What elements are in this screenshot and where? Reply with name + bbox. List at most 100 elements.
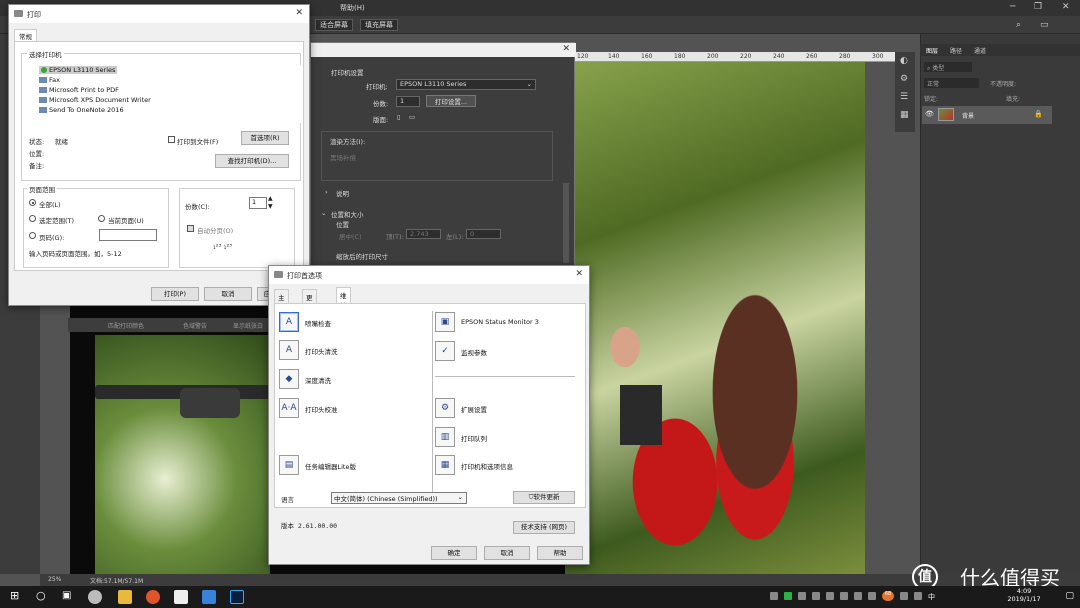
landscape-icon[interactable]: ▭ [409,113,415,121]
find-printer-button[interactable]: 查找打印机(D)... [215,154,289,168]
minimize-icon[interactable]: ─ [1010,2,1015,12]
fit-screen-button[interactable]: 适合屏幕 [315,19,353,31]
app-icon[interactable] [88,590,102,604]
photoshop-icon[interactable] [230,590,244,604]
tech-support-button[interactable]: 技术支持 (网页) [513,521,575,534]
wechat-icon[interactable] [784,592,792,600]
tray-icon[interactable] [826,592,834,600]
search-icon[interactable]: ⌕ [1016,20,1021,30]
notification-badge[interactable]: 68 [882,591,894,601]
head-alignment-tool[interactable]: A·A 打印头校准 [279,398,449,420]
properties-icon[interactable]: ☰ [900,92,908,102]
scrollbar[interactable] [563,183,569,263]
tab-channels[interactable]: 通道 [974,46,986,55]
position-size-label[interactable]: 位置和大小 [331,209,364,219]
gamut-warning-checkbox[interactable]: 色域警告 [183,321,207,330]
spin-down-icon[interactable]: ▼ [268,203,273,210]
tab-main[interactable]: 主窗口 [274,289,289,322]
portrait-icon[interactable]: ▯ [397,113,401,121]
left-input[interactable]: 0 [466,229,501,239]
software-update-button[interactable]: ⛉软件更新 [513,491,575,504]
printer-item[interactable]: Microsoft XPS Document Writer [39,96,151,104]
description-label[interactable]: 说明 [336,188,349,198]
browser-icon[interactable] [146,590,160,604]
layer-kind-filter[interactable]: ⌕ 类型 [924,62,972,72]
close-icon[interactable]: ✕ [295,8,303,18]
monitoring-prefs-tool[interactable]: ✓ 监视参数 [435,341,605,363]
paper-white-checkbox[interactable]: 显示纸张白 [233,321,263,330]
help-button[interactable]: 帮助 [537,546,583,560]
print-button[interactable]: 打印(P) [151,287,199,301]
copies-input[interactable]: 1 [249,197,267,209]
black-point-checkbox[interactable]: 黑场补偿 [330,152,356,162]
ok-button[interactable]: 确定 [431,546,477,560]
pages-input[interactable] [99,229,157,241]
ime-indicator[interactable]: 中 [928,592,935,602]
close-icon[interactable]: ✕ [562,44,570,54]
pages-radio[interactable] [29,232,36,239]
extended-settings-tool[interactable]: ⚙ 扩展设置 [435,398,605,420]
file-explorer-icon[interactable] [118,590,132,604]
printer-item[interactable]: Microsoft Print to PDF [39,86,119,94]
tray-icon[interactable] [770,592,778,600]
tray-icon[interactable] [854,592,862,600]
volume-icon[interactable] [914,592,922,600]
print-queue-tool[interactable]: ▥ 打印队列 [435,427,605,449]
job-arranger-tool[interactable]: ▤ 任务编辑器Lite版 [279,455,449,477]
tray-icon[interactable] [840,592,848,600]
match-colors-checkbox[interactable]: 匹配打印颜色 [108,321,144,330]
all-pages-radio[interactable] [29,199,36,206]
collate-checkbox[interactable] [187,225,194,232]
tray-icon[interactable] [798,592,806,600]
close-icon[interactable]: ✕ [1062,2,1070,12]
printer-select[interactable]: EPSON L3110 Series ⌄ [396,79,536,90]
printer-info-tool[interactable]: ▦ 打印机和选项信息 [435,455,605,477]
layer-row-background[interactable]: 👁 背景 🔒 [922,106,1052,124]
clock[interactable]: 4:09 2019/1/17 [1004,587,1044,603]
restore-icon[interactable]: ❐ [1034,2,1042,12]
status-monitor-tool[interactable]: ▣ EPSON Status Monitor 3 [435,312,605,334]
tab-maintenance[interactable]: 维护 [336,287,351,310]
copies-input[interactable]: 1 [396,96,420,107]
nozzle-check-tool[interactable]: A 喷嘴检查 [279,312,449,334]
cancel-button[interactable]: 取消 [484,546,530,560]
head-cleaning-tool[interactable]: A 打印头清洗 [279,340,449,362]
fill-screen-button[interactable]: 填充屏幕 [360,19,398,31]
tab-paths[interactable]: 路径 [950,46,962,55]
cancel-button[interactable]: 取消 [204,287,252,301]
grid-icon[interactable]: ▦ [900,110,909,120]
eye-icon[interactable]: 👁 [925,110,934,118]
printer-item[interactable]: EPSON L3110 Series [39,66,118,74]
tab-more-options[interactable]: 更多选项 [302,289,317,332]
zoom-level[interactable]: 25% [48,576,61,583]
windows-start-icon[interactable]: ⊞ [10,589,19,602]
blend-mode-select[interactable]: 正常 [924,78,979,88]
deep-cleaning-tool[interactable]: ◆ 深度清洗 [279,369,449,391]
notepad-icon[interactable] [174,590,188,604]
print-settings-button[interactable]: 打印设置... [426,95,476,107]
top-input[interactable]: 2.743 [406,229,441,239]
action-center-icon[interactable]: ▢ [1065,591,1074,601]
tray-icon[interactable] [868,592,876,600]
mail-icon[interactable] [202,590,216,604]
expand-icon[interactable]: › [325,188,328,196]
tab-layers[interactable]: 图层 [926,46,938,55]
close-icon[interactable]: ✕ [575,269,583,279]
printer-item[interactable]: Send To OneNote 2016 [39,106,124,114]
menu-help[interactable]: 帮助(H) [340,3,365,13]
spin-up-icon[interactable]: ▲ [268,195,273,202]
print-to-file-checkbox[interactable] [168,136,175,143]
tray-icon[interactable] [812,592,820,600]
center-checkbox[interactable]: 居中(C) [339,231,362,241]
workspace-icon[interactable]: ▭ [1040,20,1049,30]
language-select[interactable]: 中文(简体) (Chinese (Simplified)) ⌄ [331,492,467,504]
wifi-icon[interactable] [900,592,908,600]
selection-radio[interactable] [29,215,36,222]
current-page-radio[interactable] [98,215,105,222]
task-view-icon[interactable]: ▣ [62,590,71,601]
preferences-button[interactable]: 首选项(R) [241,131,289,145]
collapse-icon[interactable]: ⌄ [321,209,326,217]
adjust-icon[interactable]: ⚙ [900,74,908,84]
printer-item[interactable]: Fax [39,76,60,84]
search-icon[interactable]: ○ [36,589,46,602]
